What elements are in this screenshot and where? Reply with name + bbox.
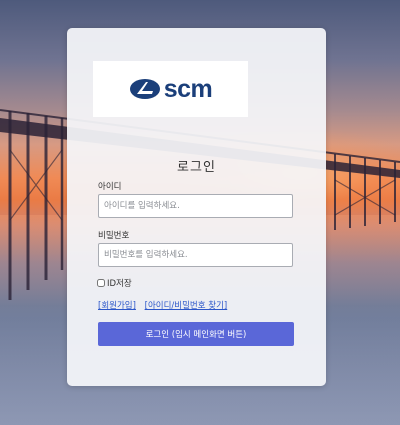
- login-button[interactable]: 로그인 (임시 메인화면 버튼): [98, 322, 294, 346]
- page-title: 로그인: [177, 160, 216, 175]
- signup-link[interactable]: [회원가입]: [98, 301, 136, 311]
- id-label: 아이디: [98, 182, 122, 192]
- find-account-link[interactable]: [아이디/비밀번호 찾기]: [145, 301, 228, 311]
- logo-mark-icon: [129, 79, 160, 99]
- password-input[interactable]: [98, 243, 293, 267]
- login-card: scm 로그인 아이디 비밀번호 ID저장 [회원가입] [아이디/비밀번호 찾…: [67, 28, 326, 386]
- remember-id-label: ID저장: [107, 279, 132, 289]
- account-links: [회원가입] [아이디/비밀번호 찾기]: [98, 299, 233, 311]
- logo-text: scm: [163, 74, 213, 103]
- id-input[interactable]: [98, 194, 293, 218]
- remember-id-checkbox[interactable]: [97, 279, 105, 287]
- remember-id-option[interactable]: ID저장: [97, 277, 132, 289]
- company-logo: scm: [93, 61, 248, 117]
- password-label: 비밀번호: [98, 231, 130, 241]
